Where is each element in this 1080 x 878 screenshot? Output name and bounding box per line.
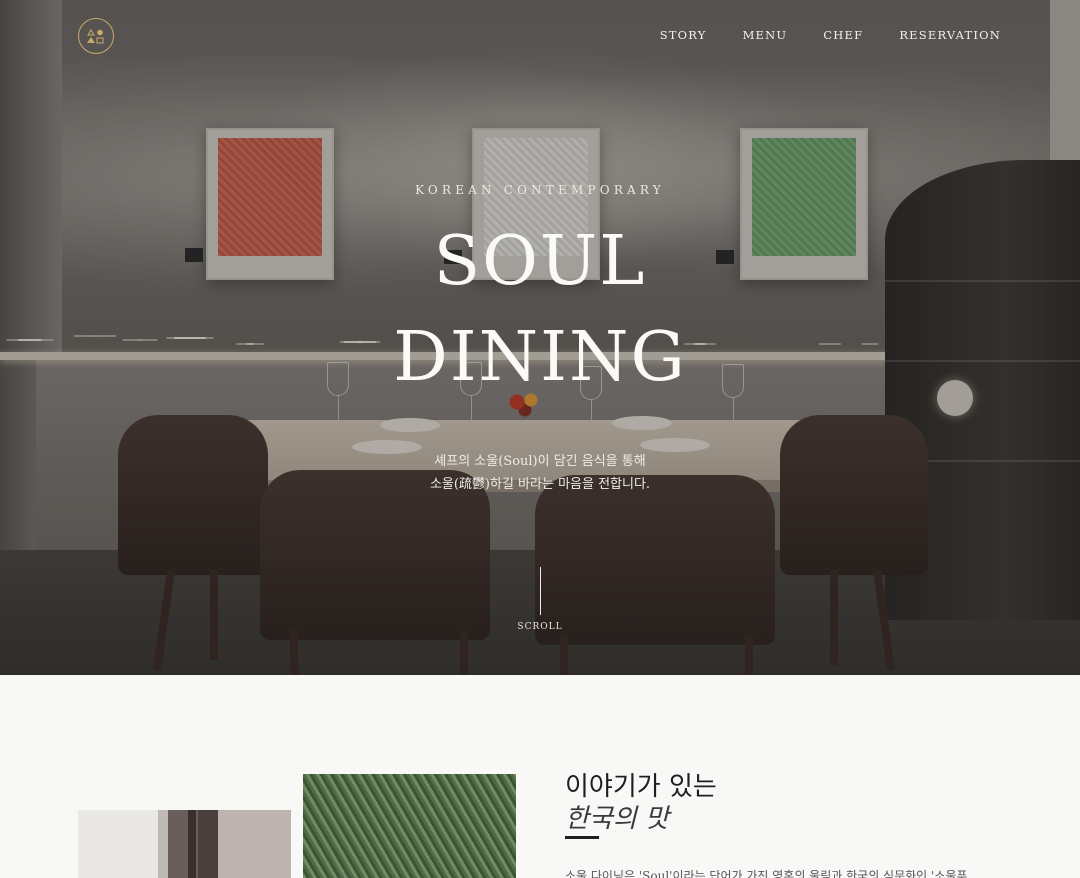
story-heading-underline	[565, 836, 599, 839]
story-heading-line1: 이야기가 있는	[565, 772, 717, 802]
story-photo-interior	[78, 810, 291, 878]
hero-tagline-line2: 소울(疏鬱)하길 바라는 마음을 전합니다.	[429, 477, 651, 492]
hero-title-line1: SOUL	[433, 222, 647, 301]
logo-mark-icon	[87, 29, 104, 44]
hero-section: STORY MENU CHEF RESERVATION KOREAN CONTE…	[0, 0, 1080, 675]
scroll-indicator-line[interactable]	[540, 567, 541, 615]
scroll-indicator-label[interactable]: SCROLL	[0, 622, 1080, 632]
story-photo-greenery	[303, 774, 516, 878]
nav-item-story[interactable]: STORY	[660, 28, 707, 42]
story-section: 이야기가 있는 한국의 맛 소울 다이닝은 'Soul'이라는 단어가 가진 영…	[0, 675, 1080, 878]
main-nav: STORY MENU CHEF RESERVATION	[660, 28, 1001, 42]
soul-dining-logo[interactable]	[78, 18, 114, 54]
nav-item-reservation[interactable]: RESERVATION	[899, 28, 1001, 42]
story-heading: 이야기가 있는 한국의 맛	[565, 771, 717, 835]
nav-item-menu[interactable]: MENU	[743, 28, 788, 42]
hero-eyebrow: KOREAN CONTEMPORARY	[415, 183, 665, 197]
hero-tagline-line1: 셰프의 소울(Soul)이 담긴 음식을 통해	[434, 454, 646, 469]
story-body-text: 소울 다이닝은 'Soul'이라는 단어가 가진 영혼의 울림과 한국의 식문화…	[565, 869, 968, 878]
nav-item-chef[interactable]: CHEF	[823, 28, 863, 42]
story-heading-line2: 한국의 맛	[565, 804, 669, 834]
hero-title-line2: DINING	[393, 318, 687, 397]
